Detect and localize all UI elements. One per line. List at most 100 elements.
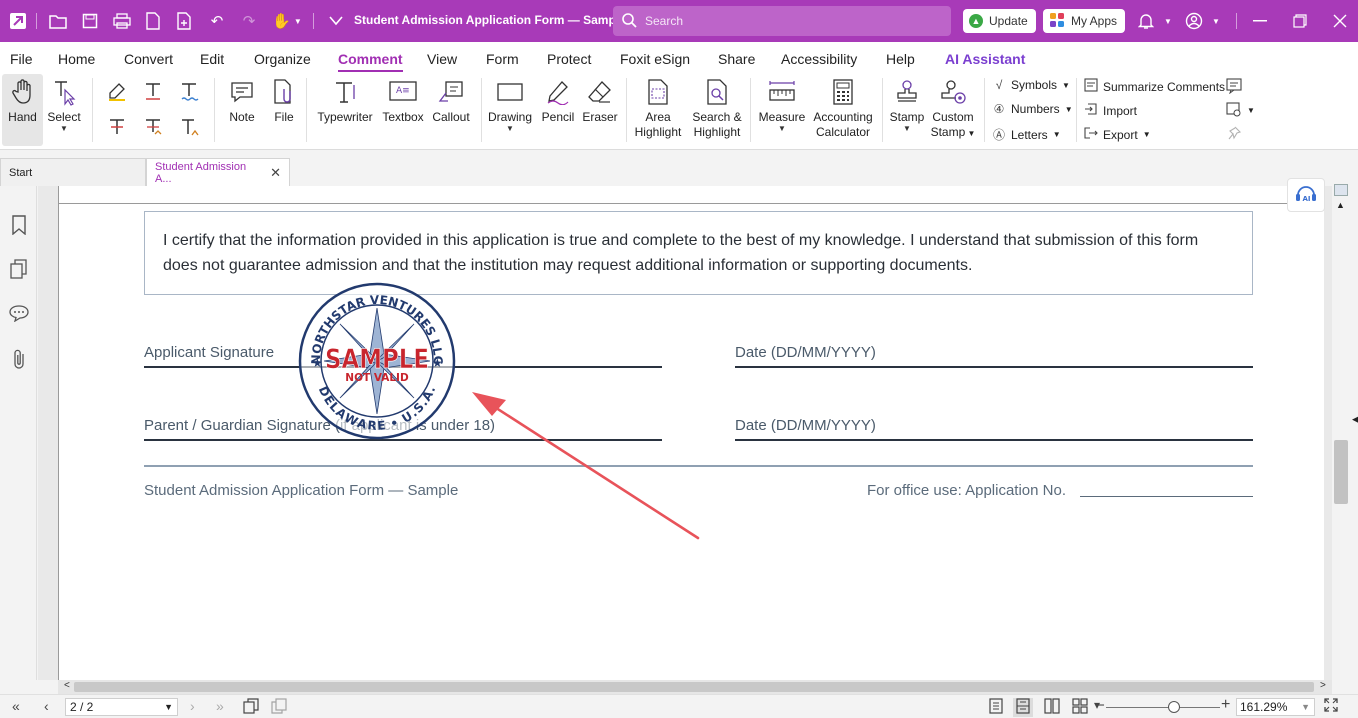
arrow-annotation[interactable] xyxy=(468,386,708,546)
menu-accessibility[interactable]: Accessibility xyxy=(781,51,857,67)
menu-help[interactable]: Help xyxy=(886,51,915,67)
measure-button[interactable]: Measure ▼ xyxy=(756,74,808,133)
menu-foxit-esign[interactable]: Foxit eSign xyxy=(620,51,690,67)
close-tab-icon[interactable]: ✕ xyxy=(270,165,281,181)
select-dropdown-icon[interactable]: ▼ xyxy=(46,125,82,133)
panel-toggle-icon[interactable] xyxy=(1334,184,1348,196)
search-input[interactable]: Search xyxy=(613,6,951,36)
drawing-dropdown-icon[interactable]: ▼ xyxy=(486,125,534,133)
facing-view-icon[interactable] xyxy=(1044,698,1060,717)
import-button[interactable]: Import xyxy=(1084,102,1137,119)
menu-file[interactable]: File xyxy=(10,51,33,67)
area-highlight-button[interactable]: Area Highlight xyxy=(630,74,686,140)
letters-dropdown[interactable]: Ⓐ Letters ▼ xyxy=(992,126,1061,143)
tab-student-admission[interactable]: Student Admission A... ✕ xyxy=(146,158,290,186)
insert-text-button[interactable] xyxy=(176,114,202,140)
menu-ai-assistant[interactable]: AI Assistant xyxy=(945,51,1025,67)
zoom-dropdown-icon[interactable]: ▼ xyxy=(1301,699,1310,715)
close-window-icon[interactable] xyxy=(1330,11,1350,31)
typewriter-button[interactable]: Typewriter xyxy=(316,74,374,125)
zoom-level-input[interactable]: 161.29% ▼ xyxy=(1236,698,1315,716)
update-button[interactable]: ▲ Update xyxy=(963,9,1036,33)
account-dropdown-icon[interactable]: ▼ xyxy=(1206,11,1226,31)
notification-dropdown-icon[interactable]: ▼ xyxy=(1158,11,1178,31)
eraser-button[interactable]: Eraser xyxy=(580,74,620,125)
vertical-scrollbar-thumb[interactable] xyxy=(1334,440,1348,504)
page-dropdown-icon[interactable]: ▼ xyxy=(164,699,173,715)
comments-panel-icon[interactable] xyxy=(8,302,30,324)
custom-stamp-button[interactable]: Custom Stamp ▼ xyxy=(928,74,978,141)
squiggly-text-button[interactable] xyxy=(176,78,202,104)
continuous-facing-view-icon[interactable] xyxy=(1072,698,1088,717)
next-view-icon[interactable] xyxy=(271,698,287,717)
previous-view-icon[interactable] xyxy=(243,698,259,717)
zoom-slider-knob[interactable] xyxy=(1168,701,1180,713)
underline-text-button[interactable] xyxy=(140,78,166,104)
tab-start[interactable]: Start xyxy=(0,158,146,186)
scroll-left-icon[interactable]: < xyxy=(64,680,70,691)
redo-icon[interactable]: ↷ xyxy=(239,11,259,31)
menu-protect[interactable]: Protect xyxy=(547,51,591,67)
print-icon[interactable] xyxy=(112,11,132,31)
zoom-slider-track[interactable] xyxy=(1106,707,1220,708)
note-button[interactable]: Note xyxy=(224,74,260,125)
symbols-dropdown[interactable]: √ Symbols ▼ xyxy=(992,78,1070,92)
menu-edit[interactable]: Edit xyxy=(200,51,224,67)
my-apps-button[interactable]: My Apps xyxy=(1043,9,1126,33)
page-thumbnails-icon[interactable] xyxy=(8,258,30,280)
textbox-button[interactable]: A≡ Textbox xyxy=(380,74,426,125)
next-page-icon[interactable]: › xyxy=(190,698,195,714)
menu-share[interactable]: Share xyxy=(718,51,755,67)
search-highlight-button[interactable]: Search & Highlight xyxy=(688,74,746,140)
strikeout-text-button[interactable] xyxy=(104,114,130,140)
customize-dropdown-icon[interactable] xyxy=(326,11,346,31)
pin-button[interactable] xyxy=(1228,126,1242,140)
select-tool-button[interactable]: Select ▼ xyxy=(46,74,82,133)
horizontal-scrollbar-thumb[interactable] xyxy=(74,682,1314,692)
date-line-1[interactable] xyxy=(735,366,1253,368)
open-folder-icon[interactable] xyxy=(48,11,68,31)
account-icon[interactable] xyxy=(1184,11,1204,31)
measure-dropdown-icon[interactable]: ▼ xyxy=(756,125,808,133)
hand-tool-dropdown-icon[interactable]: ✋ ▼ xyxy=(272,11,302,31)
pencil-button[interactable]: Pencil xyxy=(538,74,578,125)
stamp-dropdown-icon[interactable]: ▼ xyxy=(886,125,928,133)
last-page-icon[interactable]: » xyxy=(216,698,224,714)
single-page-view-icon[interactable] xyxy=(989,698,1003,717)
attachments-icon[interactable] xyxy=(8,348,30,370)
save-icon[interactable] xyxy=(80,11,100,31)
menu-comment[interactable]: Comment xyxy=(338,51,403,72)
continuous-view-icon[interactable] xyxy=(1013,698,1033,717)
comment-settings-button[interactable]: ▼ xyxy=(1226,102,1255,118)
undo-icon[interactable]: ↶ xyxy=(207,11,227,31)
stamp-button[interactable]: Stamp ▼ xyxy=(886,74,928,133)
zoom-out-icon[interactable]: − xyxy=(1096,697,1105,714)
new-page-icon[interactable] xyxy=(143,11,163,31)
page-number-input[interactable]: 2 / 2 ▼ xyxy=(65,698,178,716)
menu-form[interactable]: Form xyxy=(486,51,519,67)
minimize-icon[interactable] xyxy=(1250,11,1270,31)
file-attachment-button[interactable]: File xyxy=(266,74,302,125)
app-logo-icon[interactable] xyxy=(8,11,28,31)
sample-stamp-annotation[interactable]: NORTHSTAR VENTURES LLC DELAWARE • U.S.A.… xyxy=(298,282,456,440)
numbers-dropdown[interactable]: ④ Numbers ▼ xyxy=(992,102,1073,116)
ai-assistant-icon[interactable]: AI xyxy=(1287,178,1325,212)
menu-home[interactable]: Home xyxy=(58,51,95,67)
callout-button[interactable]: Callout xyxy=(428,74,474,125)
scroll-up-icon[interactable]: ▲ xyxy=(1336,200,1345,210)
right-panel-expand-icon[interactable]: ◀ xyxy=(1352,414,1358,425)
hand-tool-button[interactable]: Hand xyxy=(2,74,43,146)
horizontal-scrollbar[interactable]: < > xyxy=(58,680,1332,694)
menu-convert[interactable]: Convert xyxy=(124,51,173,67)
drawing-button[interactable]: Drawing ▼ xyxy=(486,74,534,133)
accounting-calculator-button[interactable]: Accounting Calculator xyxy=(810,74,876,140)
comments-list-button[interactable] xyxy=(1226,78,1242,94)
date-line-2[interactable] xyxy=(735,439,1253,441)
bookmark-icon[interactable] xyxy=(8,214,30,236)
document-view[interactable]: I certify that the information provided … xyxy=(38,186,1332,680)
summarize-comments-button[interactable]: Summarize Comments xyxy=(1084,78,1225,95)
replace-text-button[interactable] xyxy=(140,114,166,140)
zoom-in-icon[interactable]: + xyxy=(1221,696,1230,714)
highlight-text-button[interactable] xyxy=(104,78,130,104)
create-pdf-icon[interactable] xyxy=(174,11,194,31)
